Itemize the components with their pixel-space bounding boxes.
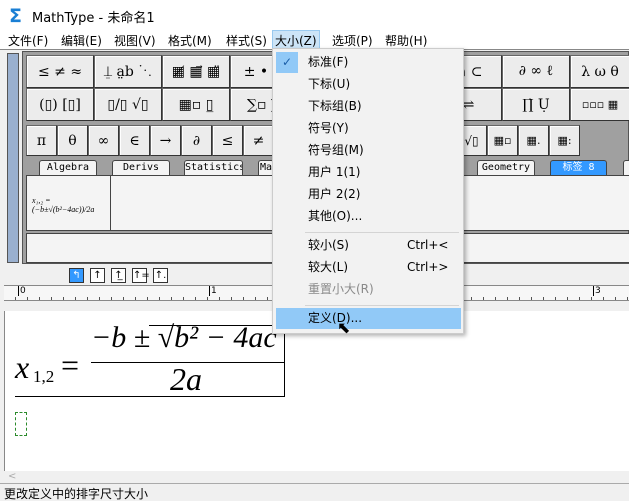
spaces-ellipses-button[interactable]: ⍊ a̤b ⋱ [94,55,162,88]
tab-8[interactable]: 标签 8 [550,160,607,175]
nudge-button-4[interactable]: ↑= [132,268,150,283]
tab-more[interactable] [623,160,629,175]
products-button[interactable]: ∏̇ Ụ [502,88,570,121]
menu-item-subscript[interactable]: 下标(U) [276,74,461,95]
tab-statistics[interactable]: Statistics [184,160,243,175]
quadratic-formula-template[interactable]: x₁,₂ = (−b±√(b²−4ac))/2a [27,176,111,230]
toolbar-grip[interactable] [7,53,19,263]
menu-item-reset-size: 重置小大(R) [308,282,374,296]
fences-button[interactable]: (▯) [▯] [26,88,94,121]
symbol-arrow[interactable]: → [150,125,181,156]
subscript-template-button[interactable]: ▦. [518,125,549,156]
menu-item-smaller[interactable]: 较小(S) Ctrl+< [276,235,461,256]
menu-bar: 文件(F) 编辑(E) 视图(V) 格式(M) 样式(S) 大小(Z) 选项(P… [0,30,629,49]
menu-size[interactable]: 大小(Z) [272,30,320,49]
ruler-label-0: 0 [18,286,26,296]
quadratic-equation[interactable]: x 1,2 = −b ± √b² − 4ac 2a [15,321,285,397]
menu-item-define[interactable]: 定义(D)... [276,308,461,329]
symbol-pi[interactable]: π [26,125,57,156]
symbol-theta[interactable]: θ [57,125,88,156]
matrices-button[interactable]: ▫▫▫ ▦ [570,88,629,121]
ruler-label-1: 1 [209,286,217,296]
tab-derivs[interactable]: Derivs [112,160,170,175]
fractions-radicals-button[interactable]: ▯/▯ √▯ [94,88,162,121]
mathtype-logo-icon: Σ [9,5,22,27]
misc-symbols-button[interactable]: ∂ ∞ ℓ [502,55,570,88]
menu-item-other[interactable]: 其他(O)... [276,206,461,227]
menu-item-user-2[interactable]: 用户 2(2) [276,184,461,205]
nudge-button-5[interactable]: ↑. [153,268,168,283]
menu-options[interactable]: 选项(P) [330,32,375,49]
greek-button[interactable]: λ ω θ [570,55,629,88]
eq-subscript: 1,2 [33,367,55,386]
eq-equals: = [61,347,80,383]
menu-item-standard[interactable]: 标准(F) [276,52,461,73]
embellishments-button[interactable]: ▦̸ ▦⃗ ▦̈ [162,55,230,88]
symbol-neq[interactable]: ≠ [243,125,274,156]
status-bar: 更改定义中的排字尺寸大小 [0,483,629,501]
eq-numerator: −b ± √b² − 4ac [91,321,277,354]
menu-item-sub-symbol[interactable]: 符号组(M) [276,140,461,161]
symbol-element-of[interactable]: ∈ [119,125,150,156]
menu-item-larger[interactable]: 较大(L) Ctrl+> [276,257,461,278]
eq-lhs: x [15,349,30,385]
menu-format[interactable]: 格式(M) [166,32,214,49]
menu-file[interactable]: 文件(F) [6,32,50,49]
menu-item-symbol[interactable]: 符号(Y) [276,118,461,139]
title-bar: Σ MathType - 未命名1 [0,0,629,29]
nudge-button-3[interactable]: ↑̲ [111,268,126,283]
ruler-label-3: 3 [593,286,601,296]
symbol-partial[interactable]: ∂ [181,125,212,156]
tab-geometry[interactable]: Geometry [477,160,535,175]
nudge-button-1[interactable]: ↰ [69,268,84,283]
equation-editor[interactable]: x 1,2 = −b ± √b² − 4ac 2a [4,311,629,471]
menu-item-user-1[interactable]: 用户 1(1) [276,162,461,183]
menu-item-sub-subscript[interactable]: 下标组(B) [276,96,461,117]
menu-style[interactable]: 样式(S) [224,32,269,49]
tab-algebra[interactable]: Algebra [39,160,97,175]
menu-help[interactable]: 帮助(H) [383,32,429,49]
menu-edit[interactable]: 编辑(E) [59,32,104,49]
relations-button[interactable]: ≤ ≠ ≈ [26,55,94,88]
symbol-leq[interactable]: ≤ [212,125,243,156]
scripts-button[interactable]: ▦▫ ▯̲ [162,88,230,121]
horizontal-scrollbar[interactable]: < [4,471,629,483]
superscript-template-button[interactable]: ▦▫ [487,125,518,156]
menu-separator [305,305,459,306]
subsup-template-button[interactable]: ▦: [549,125,580,156]
menu-view[interactable]: 视图(V) [112,32,158,49]
symbol-infinity[interactable]: ∞ [88,125,119,156]
size-menu-dropdown: ✓ 标准(F) 下标(U) 下标组(B) 符号(Y) 符号组(M) 用户 1(1… [272,48,464,334]
menu-separator [305,232,459,233]
empty-slot[interactable] [15,412,27,436]
eq-denominator: 2a [170,361,202,397]
nudge-button-2[interactable]: ↑ [90,268,105,283]
mouse-cursor-icon: ⬉ [337,318,351,337]
window-title: MathType - 未命名1 [32,11,155,26]
